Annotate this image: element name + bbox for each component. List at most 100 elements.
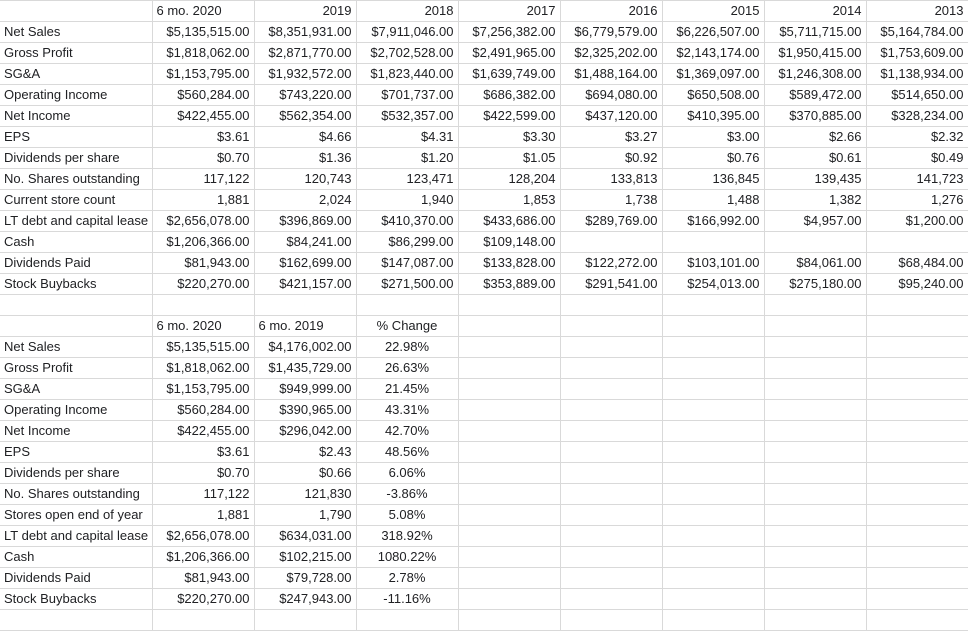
data-cell[interactable]: $370,885.00 [764, 105, 867, 127]
row-label-cell[interactable]: SG&A [0, 378, 153, 400]
data-cell[interactable] [560, 546, 663, 568]
annual-data-row[interactable]: EPS $3.61 $4.66 $4.31 $3.30 $3.27 $3.00 $2.66 $2… [0, 126, 968, 148]
data-cell[interactable] [662, 525, 765, 547]
data-cell[interactable] [254, 609, 357, 631]
data-cell[interactable]: 1,853 [458, 189, 561, 211]
data-cell[interactable]: $247,943.00 [254, 588, 357, 610]
data-cell[interactable]: $589,472.00 [764, 84, 867, 106]
worksheet-body[interactable]: 6 mo. 2020 2019 2018 2017 2016 2015 2014 2013 Ne… [0, 0, 968, 631]
data-cell[interactable]: 117,122 [152, 168, 255, 190]
data-cell[interactable] [764, 336, 867, 358]
data-cell[interactable] [560, 588, 663, 610]
data-cell[interactable]: $2,325,202.00 [560, 42, 663, 64]
annual-data-row[interactable]: Operating Income $560,284.00 $743,220.00 $7… [0, 84, 968, 106]
worksheet-table[interactable]: 6 mo. 2020 2019 2018 2017 2016 2015 2014 2013 Ne… [0, 0, 968, 631]
data-cell[interactable]: $328,234.00 [866, 105, 968, 127]
data-cell[interactable]: 22.98% [356, 336, 459, 358]
annual-data-row[interactable]: Dividends per share $0.70 $1.36 $1.20 $1.05 $… [0, 147, 968, 169]
data-cell[interactable]: 123,471 [356, 168, 459, 190]
data-cell[interactable]: 120,743 [254, 168, 357, 190]
data-cell[interactable]: 26.63% [356, 357, 459, 379]
data-cell[interactable] [866, 399, 968, 421]
data-cell[interactable]: $84,061.00 [764, 252, 867, 274]
data-cell[interactable]: 5.08% [356, 504, 459, 526]
data-cell[interactable]: $122,272.00 [560, 252, 663, 274]
data-cell[interactable]: $8,351,931.00 [254, 21, 357, 43]
data-cell[interactable] [764, 609, 867, 631]
data-cell[interactable] [866, 483, 968, 505]
data-cell[interactable]: 139,435 [764, 168, 867, 190]
data-cell[interactable]: $1.36 [254, 147, 357, 169]
data-cell[interactable] [662, 378, 765, 400]
data-cell[interactable] [764, 231, 867, 253]
data-cell[interactable]: $353,889.00 [458, 273, 561, 295]
data-cell[interactable]: $410,370.00 [356, 210, 459, 232]
data-cell[interactable]: $296,042.00 [254, 420, 357, 442]
column-header-6mo-2019[interactable]: 6 mo. 2019 [254, 315, 357, 337]
row-label-cell[interactable]: Stock Buybacks [0, 588, 153, 610]
data-cell[interactable]: $1,639,749.00 [458, 63, 561, 85]
data-cell[interactable]: 1080.22% [356, 546, 459, 568]
data-cell[interactable]: 128,204 [458, 168, 561, 190]
data-cell[interactable]: $220,270.00 [152, 273, 255, 295]
row-label-cell[interactable]: Dividends per share [0, 462, 153, 484]
data-cell[interactable] [764, 483, 867, 505]
data-cell[interactable] [152, 609, 255, 631]
data-cell[interactable] [458, 504, 561, 526]
comparison-data-row[interactable]: Operating Income $560,284.00 $390,965.00 43… [0, 399, 968, 421]
data-cell[interactable]: $2.32 [866, 126, 968, 148]
empty-cell[interactable] [662, 315, 765, 337]
data-cell[interactable]: 1,276 [866, 189, 968, 211]
data-cell[interactable]: $5,135,515.00 [152, 336, 255, 358]
data-cell[interactable]: $68,484.00 [866, 252, 968, 274]
data-cell[interactable]: $2,491,965.00 [458, 42, 561, 64]
data-cell[interactable]: $84,241.00 [254, 231, 357, 253]
data-cell[interactable] [458, 483, 561, 505]
data-cell[interactable]: $81,943.00 [152, 252, 255, 274]
data-cell[interactable]: $1,818,062.00 [152, 42, 255, 64]
data-cell[interactable] [458, 567, 561, 589]
data-cell[interactable]: $86,299.00 [356, 231, 459, 253]
column-header-2017[interactable]: 2017 [458, 0, 561, 22]
row-label-cell[interactable]: Current store count [0, 189, 153, 211]
row-label-cell[interactable]: Cash [0, 546, 153, 568]
comparison-data-row[interactable]: Gross Profit $1,818,062.00 $1,435,729.00 26… [0, 357, 968, 379]
data-cell[interactable]: $634,031.00 [254, 525, 357, 547]
row-label-cell[interactable]: EPS [0, 441, 153, 463]
column-header-2016[interactable]: 2016 [560, 0, 663, 22]
row-label-cell[interactable]: LT debt and capital lease [0, 525, 153, 547]
data-cell[interactable] [866, 357, 968, 379]
data-cell[interactable] [662, 609, 765, 631]
data-cell[interactable]: $1.20 [356, 147, 459, 169]
data-cell[interactable]: $1,753,609.00 [866, 42, 968, 64]
data-cell[interactable] [560, 231, 663, 253]
data-cell[interactable] [560, 399, 663, 421]
data-cell[interactable]: $220,270.00 [152, 588, 255, 610]
row-label-cell[interactable]: Operating Income [0, 399, 153, 421]
data-cell[interactable] [764, 546, 867, 568]
annual-data-row[interactable]: Net Sales $5,135,515.00 $8,351,931.00 $7,91… [0, 21, 968, 43]
row-label-cell[interactable]: Cash [0, 231, 153, 253]
data-cell[interactable]: 2,024 [254, 189, 357, 211]
data-cell[interactable] [458, 588, 561, 610]
data-cell[interactable]: $95,240.00 [866, 273, 968, 295]
comparison-data-row[interactable]: Cash $1,206,366.00 $102,215.00 1080.22% [0, 546, 968, 568]
annual-data-row[interactable]: Net Income $422,455.00 $562,354.00 $532,357… [0, 105, 968, 127]
row-label-cell[interactable]: Gross Profit [0, 42, 153, 64]
data-cell[interactable]: $4.66 [254, 126, 357, 148]
data-cell[interactable]: 136,845 [662, 168, 765, 190]
row-label-cell[interactable]: Net Sales [0, 21, 153, 43]
data-cell[interactable]: $422,455.00 [152, 105, 255, 127]
data-cell[interactable] [458, 378, 561, 400]
data-cell[interactable]: $1,206,366.00 [152, 546, 255, 568]
column-header-6mo-2020[interactable]: 6 mo. 2020 [152, 0, 255, 22]
data-cell[interactable] [764, 441, 867, 463]
data-cell[interactable]: $650,508.00 [662, 84, 765, 106]
data-cell[interactable] [560, 567, 663, 589]
data-cell[interactable]: $6,779,579.00 [560, 21, 663, 43]
data-cell[interactable]: $949,999.00 [254, 378, 357, 400]
row-label-cell[interactable]: Dividends Paid [0, 252, 153, 274]
row-label-cell[interactable] [0, 609, 153, 631]
column-header-2019[interactable]: 2019 [254, 0, 357, 22]
data-cell[interactable] [866, 588, 968, 610]
